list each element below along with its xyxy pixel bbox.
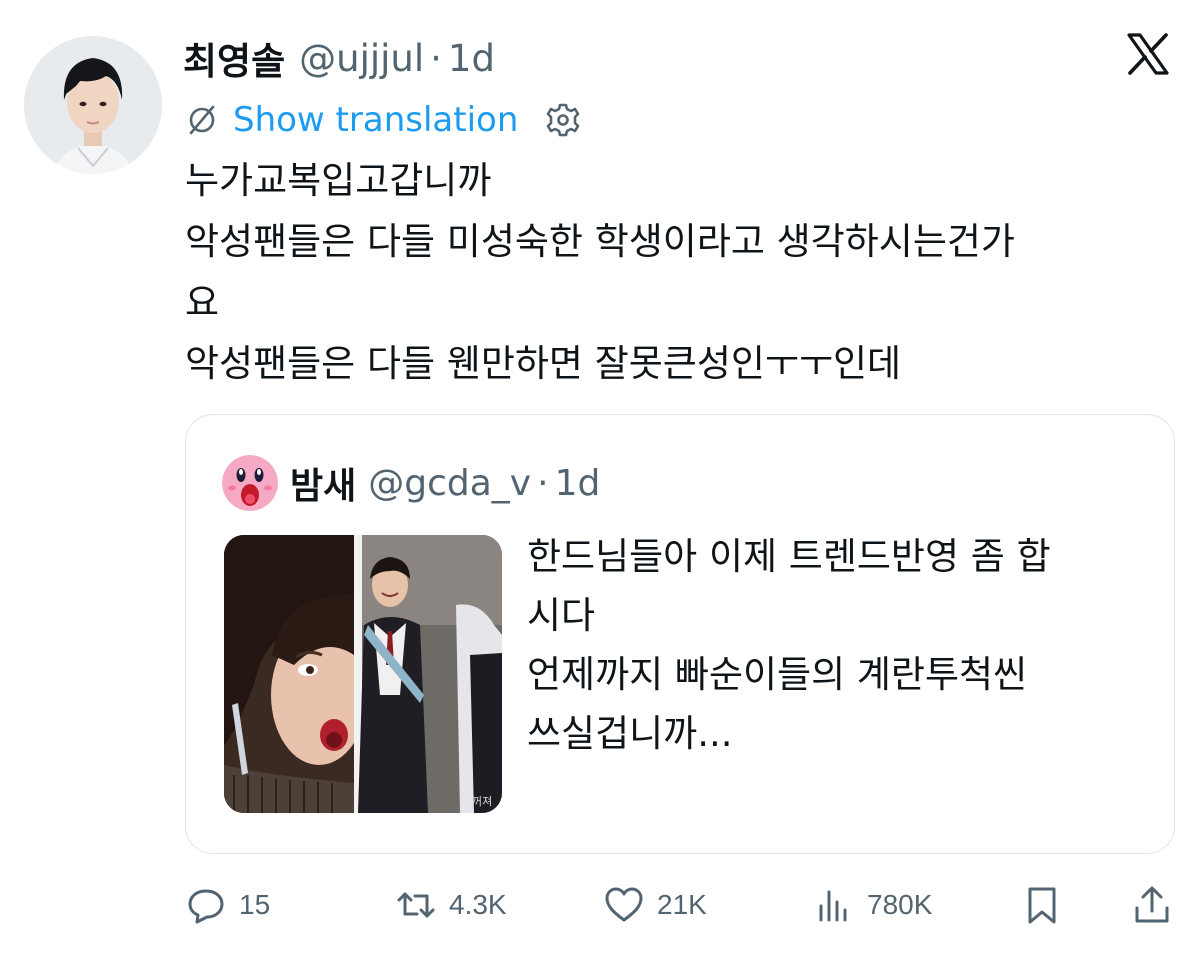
- quoted-author-handle[interactable]: @gcda_v: [368, 463, 531, 504]
- views-icon: [819, 890, 847, 922]
- translation-row: Show translation: [185, 98, 582, 142]
- bookmark-icon: [1028, 887, 1056, 924]
- x-logo-icon[interactable]: [1124, 30, 1172, 78]
- tweet-timestamp[interactable]: 1d: [448, 37, 495, 80]
- tweet-text-line: 악성팬들은 다들 웬만하면 잘못큰성인ㅜㅜ인데: [185, 342, 902, 385]
- like-button[interactable]: 21K: [603, 880, 707, 930]
- author-display-name[interactable]: 최영솔: [183, 31, 285, 85]
- quoted-text-line: 한드님들아 이제 트렌드반영 좀 합: [527, 535, 1051, 578]
- reply-icon: [188, 889, 224, 924]
- tweet-text-line: 요: [185, 281, 220, 324]
- retweet-count: 4.3K: [449, 889, 507, 920]
- quoted-tweet-timestamp[interactable]: 1d: [555, 463, 601, 504]
- reply-button[interactable]: 15: [185, 880, 270, 930]
- media-caption: 꺼져: [472, 795, 492, 808]
- quoted-author-display-name[interactable]: 밤새: [290, 457, 356, 509]
- author-handle[interactable]: @ujjjul: [299, 37, 424, 80]
- translate-globe-icon: [189, 105, 215, 135]
- quoted-tweet-header: 밤새 @gcda_v · 1d: [222, 453, 600, 513]
- quoted-author-avatar[interactable]: [222, 455, 278, 511]
- views-count: 780K: [867, 889, 933, 920]
- quoted-text-line: 쓰실겁니까...: [527, 712, 733, 755]
- quoted-text-line: 시다: [527, 594, 596, 637]
- tweet-action-bar: 15 4.3K 21K 780K: [185, 880, 1175, 930]
- tweet-text: 누가교복입고갑니까 악성팬들은 다들 미성숙한 학생이라고 생각하시는건가 요 …: [185, 150, 1175, 394]
- kirby-avatar-image: [222, 455, 278, 511]
- share-button[interactable]: [1131, 880, 1173, 930]
- tweet-text-line: 악성팬들은 다들 미성숙한 학생이라고 생각하시는건가: [185, 220, 1015, 263]
- retweet-icon: [397, 892, 435, 918]
- retweet-button[interactable]: 4.3K: [395, 880, 507, 930]
- tweet-header: 최영솔 @ujjjul · 1d: [183, 30, 495, 86]
- author-avatar-image: [24, 36, 162, 174]
- reply-count: 15: [239, 889, 271, 920]
- heart-icon: [605, 887, 643, 922]
- share-icon: [1135, 886, 1169, 923]
- quoted-tweet-media[interactable]: 꺼져: [224, 535, 502, 813]
- show-translation-link[interactable]: Show translation: [233, 100, 518, 140]
- author-avatar[interactable]: [24, 36, 162, 174]
- views-button[interactable]: 780K: [813, 880, 932, 930]
- tweet-text-line: 누가교복입고갑니까: [185, 159, 492, 202]
- quoted-text-line: 언제까지 빠순이들의 계란투척씬: [527, 653, 1028, 696]
- separator-dot: ·: [537, 462, 549, 504]
- tweet-card: 최영솔 @ujjjul · 1d Show translation 누가교복입고…: [0, 0, 1200, 969]
- like-count: 21K: [657, 889, 707, 920]
- quoted-tweet[interactable]: 밤새 @gcda_v · 1d 꺼져 한드님들아 이제 트렌드반영 좀 합 시다…: [185, 414, 1175, 854]
- quoted-tweet-text: 한드님들아 이제 트렌드반영 좀 합 시다 언제까지 빠순이들의 계란투척씬 쓰…: [527, 527, 1147, 763]
- gear-icon[interactable]: [544, 101, 582, 139]
- quoted-media-image: 꺼져: [224, 535, 502, 813]
- separator-dot: ·: [430, 36, 442, 80]
- bookmark-button[interactable]: [1021, 880, 1063, 930]
